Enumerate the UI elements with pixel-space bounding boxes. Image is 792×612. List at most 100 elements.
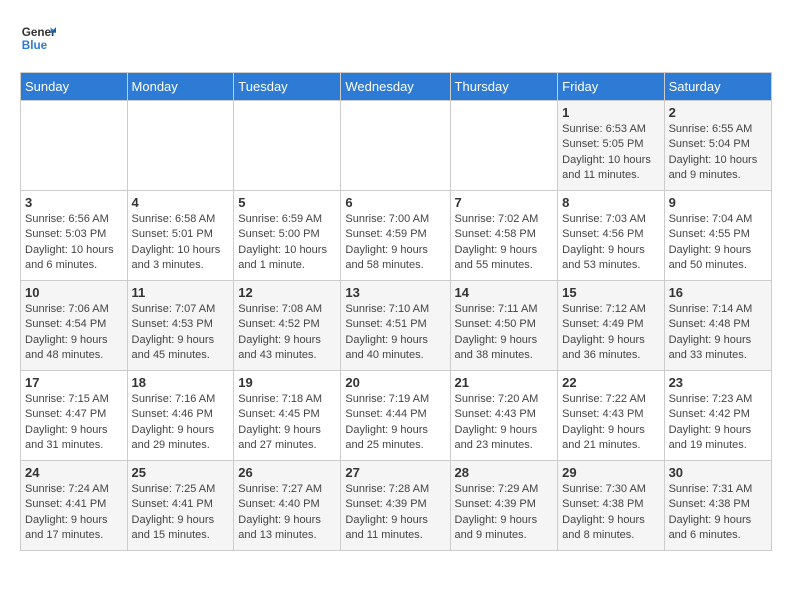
day-info: Sunrise: 6:58 AM Sunset: 5:01 PM Dayligh… bbox=[132, 212, 230, 274]
day-number: 24 bbox=[25, 465, 123, 480]
calendar-day-cell: 21 Sunrise: 7:20 AM Sunset: 4:43 PM Dayli… bbox=[450, 371, 558, 461]
calendar-day-cell: 8 Sunrise: 7:03 AM Sunset: 4:56 PM Daylig… bbox=[558, 191, 664, 281]
day-number: 9 bbox=[669, 195, 767, 210]
svg-text:Blue: Blue bbox=[22, 39, 48, 52]
calendar-header-row: SundayMondayTuesdayWednesdayThursdayFrid… bbox=[21, 73, 772, 101]
day-number: 28 bbox=[455, 465, 554, 480]
day-number: 7 bbox=[455, 195, 554, 210]
day-info: Sunrise: 6:53 AM Sunset: 5:05 PM Dayligh… bbox=[562, 122, 659, 184]
day-info: Sunrise: 7:16 AM Sunset: 4:46 PM Dayligh… bbox=[132, 392, 230, 454]
calendar-day-cell: 16 Sunrise: 7:14 AM Sunset: 4:48 PM Dayli… bbox=[664, 281, 771, 371]
day-info: Sunrise: 7:10 AM Sunset: 4:51 PM Dayligh… bbox=[345, 302, 445, 364]
calendar-day-cell: 28 Sunrise: 7:29 AM Sunset: 4:39 PM Dayli… bbox=[450, 461, 558, 551]
day-info: Sunrise: 7:08 AM Sunset: 4:52 PM Dayligh… bbox=[238, 302, 336, 364]
calendar-day-cell: 7Sunrise: 7:02 AM Sunset: 4:58 PM Daylig… bbox=[450, 191, 558, 281]
day-number: 12 bbox=[238, 285, 336, 300]
calendar-day-cell: 2 Sunrise: 6:55 AM Sunset: 5:04 PM Daylig… bbox=[664, 101, 771, 191]
day-info: Sunrise: 7:29 AM Sunset: 4:39 PM Dayligh… bbox=[455, 482, 554, 544]
calendar-day-cell bbox=[234, 101, 341, 191]
day-info: Sunrise: 7:20 AM Sunset: 4:43 PM Dayligh… bbox=[455, 392, 554, 454]
day-number: 26 bbox=[238, 465, 336, 480]
calendar-day-cell: 4 Sunrise: 6:58 AM Sunset: 5:01 PM Daylig… bbox=[127, 191, 234, 281]
calendar-day-cell: 17 Sunrise: 7:15 AM Sunset: 4:47 PM Dayli… bbox=[21, 371, 128, 461]
day-number: 4 bbox=[132, 195, 230, 210]
day-number: 11 bbox=[132, 285, 230, 300]
calendar-day-cell: 26 Sunrise: 7:27 AM Sunset: 4:40 PM Dayli… bbox=[234, 461, 341, 551]
day-number: 16 bbox=[669, 285, 767, 300]
day-of-week-header: Tuesday bbox=[234, 73, 341, 101]
day-of-week-header: Monday bbox=[127, 73, 234, 101]
day-number: 6 bbox=[345, 195, 445, 210]
calendar-day-cell bbox=[450, 101, 558, 191]
calendar-day-cell: 15Sunrise: 7:12 AM Sunset: 4:49 PM Dayli… bbox=[558, 281, 664, 371]
calendar-day-cell: 19Sunrise: 7:18 AM Sunset: 4:45 PM Dayli… bbox=[234, 371, 341, 461]
logo-icon: General Blue bbox=[20, 20, 56, 56]
day-info: Sunrise: 7:31 AM Sunset: 4:38 PM Dayligh… bbox=[669, 482, 767, 544]
day-info: Sunrise: 7:23 AM Sunset: 4:42 PM Dayligh… bbox=[669, 392, 767, 454]
day-info: Sunrise: 6:59 AM Sunset: 5:00 PM Dayligh… bbox=[238, 212, 336, 274]
day-info: Sunrise: 7:14 AM Sunset: 4:48 PM Dayligh… bbox=[669, 302, 767, 364]
calendar-day-cell: 11 Sunrise: 7:07 AM Sunset: 4:53 PM Dayli… bbox=[127, 281, 234, 371]
day-number: 19 bbox=[238, 375, 336, 390]
day-info: Sunrise: 7:24 AM Sunset: 4:41 PM Dayligh… bbox=[25, 482, 123, 544]
calendar-week-row: 1 Sunrise: 6:53 AM Sunset: 5:05 PM Daylig… bbox=[21, 101, 772, 191]
day-number: 1 bbox=[562, 105, 659, 120]
calendar-day-cell: 1 Sunrise: 6:53 AM Sunset: 5:05 PM Daylig… bbox=[558, 101, 664, 191]
day-info: Sunrise: 7:04 AM Sunset: 4:55 PM Dayligh… bbox=[669, 212, 767, 274]
day-number: 17 bbox=[25, 375, 123, 390]
calendar-day-cell: 20 Sunrise: 7:19 AM Sunset: 4:44 PM Dayli… bbox=[341, 371, 450, 461]
day-info: Sunrise: 7:11 AM Sunset: 4:50 PM Dayligh… bbox=[455, 302, 554, 364]
day-info: Sunrise: 7:27 AM Sunset: 4:40 PM Dayligh… bbox=[238, 482, 336, 544]
day-number: 25 bbox=[132, 465, 230, 480]
day-number: 21 bbox=[455, 375, 554, 390]
day-info: Sunrise: 7:15 AM Sunset: 4:47 PM Dayligh… bbox=[25, 392, 123, 454]
day-number: 23 bbox=[669, 375, 767, 390]
day-info: Sunrise: 6:56 AM Sunset: 5:03 PM Dayligh… bbox=[25, 212, 123, 274]
day-number: 14 bbox=[455, 285, 554, 300]
calendar-day-cell: 9 Sunrise: 7:04 AM Sunset: 4:55 PM Daylig… bbox=[664, 191, 771, 281]
day-info: Sunrise: 7:03 AM Sunset: 4:56 PM Dayligh… bbox=[562, 212, 659, 274]
calendar-day-cell bbox=[21, 101, 128, 191]
day-number: 30 bbox=[669, 465, 767, 480]
day-number: 2 bbox=[669, 105, 767, 120]
day-number: 27 bbox=[345, 465, 445, 480]
logo: General Blue bbox=[20, 20, 56, 56]
day-of-week-header: Friday bbox=[558, 73, 664, 101]
calendar-week-row: 10 Sunrise: 7:06 AM Sunset: 4:54 PM Dayli… bbox=[21, 281, 772, 371]
calendar-day-cell bbox=[341, 101, 450, 191]
day-info: Sunrise: 6:55 AM Sunset: 5:04 PM Dayligh… bbox=[669, 122, 767, 184]
day-number: 18 bbox=[132, 375, 230, 390]
page-header: General Blue bbox=[20, 20, 772, 56]
day-info: Sunrise: 7:28 AM Sunset: 4:39 PM Dayligh… bbox=[345, 482, 445, 544]
day-of-week-header: Wednesday bbox=[341, 73, 450, 101]
day-number: 22 bbox=[562, 375, 659, 390]
calendar-day-cell: 22Sunrise: 7:22 AM Sunset: 4:43 PM Dayli… bbox=[558, 371, 664, 461]
day-info: Sunrise: 7:07 AM Sunset: 4:53 PM Dayligh… bbox=[132, 302, 230, 364]
day-number: 10 bbox=[25, 285, 123, 300]
day-number: 15 bbox=[562, 285, 659, 300]
day-of-week-header: Saturday bbox=[664, 73, 771, 101]
calendar-day-cell: 6Sunrise: 7:00 AM Sunset: 4:59 PM Daylig… bbox=[341, 191, 450, 281]
calendar-day-cell: 18 Sunrise: 7:16 AM Sunset: 4:46 PM Dayli… bbox=[127, 371, 234, 461]
day-number: 13 bbox=[345, 285, 445, 300]
calendar-day-cell: 10 Sunrise: 7:06 AM Sunset: 4:54 PM Dayli… bbox=[21, 281, 128, 371]
calendar-day-cell: 27 Sunrise: 7:28 AM Sunset: 4:39 PM Dayli… bbox=[341, 461, 450, 551]
day-number: 3 bbox=[25, 195, 123, 210]
day-of-week-header: Thursday bbox=[450, 73, 558, 101]
calendar-week-row: 17 Sunrise: 7:15 AM Sunset: 4:47 PM Dayli… bbox=[21, 371, 772, 461]
calendar-day-cell: 30 Sunrise: 7:31 AM Sunset: 4:38 PM Dayli… bbox=[664, 461, 771, 551]
calendar-day-cell: 23 Sunrise: 7:23 AM Sunset: 4:42 PM Dayli… bbox=[664, 371, 771, 461]
day-info: Sunrise: 7:06 AM Sunset: 4:54 PM Dayligh… bbox=[25, 302, 123, 364]
day-info: Sunrise: 7:25 AM Sunset: 4:41 PM Dayligh… bbox=[132, 482, 230, 544]
calendar-week-row: 3 Sunrise: 6:56 AM Sunset: 5:03 PM Daylig… bbox=[21, 191, 772, 281]
calendar-day-cell: 29 Sunrise: 7:30 AM Sunset: 4:38 PM Dayli… bbox=[558, 461, 664, 551]
day-number: 20 bbox=[345, 375, 445, 390]
day-info: Sunrise: 7:30 AM Sunset: 4:38 PM Dayligh… bbox=[562, 482, 659, 544]
day-number: 29 bbox=[562, 465, 659, 480]
calendar-day-cell: 13 Sunrise: 7:10 AM Sunset: 4:51 PM Dayli… bbox=[341, 281, 450, 371]
calendar-day-cell: 3 Sunrise: 6:56 AM Sunset: 5:03 PM Daylig… bbox=[21, 191, 128, 281]
day-number: 8 bbox=[562, 195, 659, 210]
calendar-table: SundayMondayTuesdayWednesdayThursdayFrid… bbox=[20, 72, 772, 551]
calendar-day-cell: 24 Sunrise: 7:24 AM Sunset: 4:41 PM Dayli… bbox=[21, 461, 128, 551]
day-info: Sunrise: 7:19 AM Sunset: 4:44 PM Dayligh… bbox=[345, 392, 445, 454]
